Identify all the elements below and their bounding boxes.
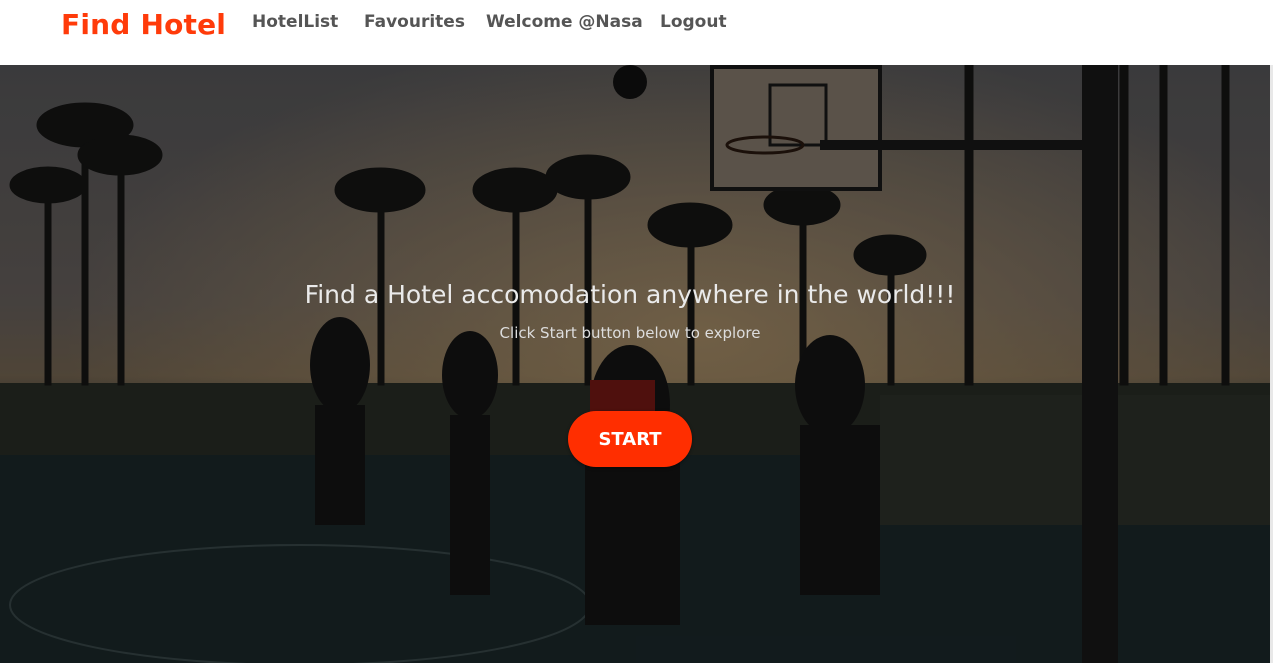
hero-section: Find a Hotel accomodation anywhere in th…	[0, 65, 1270, 663]
nav-link-logout[interactable]: Logout	[660, 12, 727, 32]
start-button[interactable]: START	[568, 411, 692, 467]
hero-dark-overlay	[0, 65, 1270, 663]
navbar: Find Hotel HotelList Favourites Welcome …	[0, 0, 1273, 65]
hero-subtitle: Click Start button below to explore	[499, 324, 761, 342]
hero-title: Find a Hotel accomodation anywhere in th…	[304, 280, 956, 309]
nav-link-welcome-user[interactable]: Welcome @Nasa	[486, 12, 643, 32]
nav-link-favourites[interactable]: Favourites	[364, 12, 465, 32]
brand-logo[interactable]: Find Hotel	[61, 8, 226, 41]
nav-link-hotellist[interactable]: HotelList	[252, 12, 338, 32]
